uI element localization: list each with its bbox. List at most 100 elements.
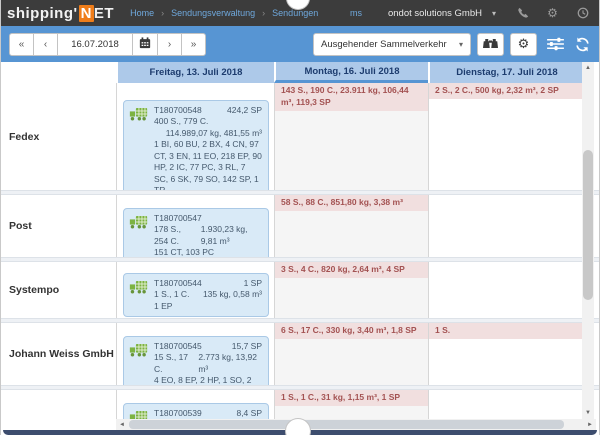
calendar-header-row: Freitag, 13. Juli 2018 Montag, 16. Juli … <box>1 62 599 83</box>
truck-icon <box>129 280 148 297</box>
shipment-sp: 424,2 SP <box>227 105 262 116</box>
date-pager: « ‹ › » <box>9 33 206 56</box>
shipment-packages: 1 BI, 60 BU, 2 BX, 4 CN, 97 CT, 3 EN, 11… <box>154 139 262 190</box>
carrier-name: Systempo <box>9 284 59 296</box>
logo-text: shipping <box>7 5 74 22</box>
next-day-button[interactable]: › <box>157 33 182 56</box>
truck-icon <box>129 107 148 124</box>
horizontal-scroll-thumb[interactable] <box>129 420 564 429</box>
calendar-body: Fedex T180700548 424,2 SP 400 S., 779 C.… <box>1 83 599 419</box>
previous-day-button[interactable]: ‹ <box>33 33 58 56</box>
table-row: Fedex T180700548 424,2 SP 400 S., 779 C.… <box>1 83 599 190</box>
vertical-scroll-thumb[interactable] <box>583 150 593 300</box>
company-name: ondot solutions GmbH <box>388 8 482 19</box>
monday-cell[interactable]: 143 S., 190 C., 23.911 kg, 106,44 m³, 11… <box>274 83 428 190</box>
chevron-down-icon: ▾ <box>459 40 463 49</box>
truck-icon <box>129 215 148 232</box>
shipment-id: T180700539 <box>154 408 202 419</box>
traffic-type-select[interactable]: Ausgehender Sammelverkehr ▾ <box>313 33 471 56</box>
shipment-measures: 114.989,07 kg, 481,55 m³ <box>154 128 262 139</box>
friday-cell[interactable]: T180700544 1 SP 1 S., 1 C. 135 kg, 0,58 … <box>116 262 274 318</box>
shipment-card[interactable]: T180700547 178 S., 254 C. 1.930,23 kg, 9… <box>123 208 269 257</box>
shipment-counts: 178 S., 254 C. <box>154 224 197 247</box>
shipment-packages: 1 EP <box>154 301 262 312</box>
scroll-right-icon[interactable]: ► <box>584 422 596 428</box>
scroll-left-icon[interactable]: ◄ <box>116 422 128 428</box>
shipment-id: T180700544 <box>154 278 202 289</box>
carrier-name: Post <box>9 220 32 232</box>
scroll-down-icon[interactable]: ▼ <box>582 407 594 419</box>
shipment-sp: 1 SP <box>244 278 262 289</box>
phone-icon[interactable] <box>516 7 529 20</box>
carrier-name: Johann Weiss GmbH <box>9 348 114 360</box>
column-header-friday[interactable]: Freitag, 13. Juli 2018 <box>116 62 274 83</box>
day-summary: 1 S. <box>429 323 583 339</box>
friday-cell[interactable]: T180700547 178 S., 254 C. 1.930,23 kg, 9… <box>116 195 274 257</box>
monday-cell[interactable]: 3 S., 4 C., 820 kg, 2,64 m³, 4 SP <box>274 262 428 318</box>
calendar-icon <box>139 37 151 52</box>
horizontal-scrollbar[interactable]: ◄ ► <box>116 419 596 430</box>
breadcrumb-separator-icon: › <box>262 8 265 18</box>
day-summary: 1 S., 1 C., 31 kg, 1,15 m³, 1 SP <box>275 390 428 406</box>
company-dropdown[interactable]: ondot solutions GmbH ▾ <box>388 8 496 19</box>
breadcrumb-sendungsverwaltung[interactable]: Sendungsverwaltung <box>171 8 255 18</box>
table-row: Post T180700547 178 S., 254 C. 1.930,23 … <box>1 195 599 257</box>
filter-sliders-icon[interactable] <box>546 35 564 53</box>
monday-cell[interactable]: 1 S., 1 C., 31 kg, 1,15 m³, 1 SP <box>274 390 428 419</box>
shipment-counts: 1 S., 1 C. <box>154 289 189 300</box>
corner-header-cell <box>1 62 116 83</box>
last-page-button[interactable]: » <box>181 33 206 56</box>
user-badge[interactable]: ms <box>350 8 362 18</box>
navbar-icons: ⚙ <box>516 7 591 20</box>
friday-cell[interactable]: T180700539 8,4 SP 5 S., 8 C. 1.745 kg, 1… <box>116 390 274 419</box>
app-logo: shipping'net <box>7 5 114 22</box>
tuesday-cell[interactable] <box>428 390 584 419</box>
shipment-id: T180700547 <box>154 213 202 224</box>
shipment-card[interactable]: T180700544 1 SP 1 S., 1 C. 135 kg, 0,58 … <box>123 273 269 317</box>
search-button[interactable] <box>477 33 504 56</box>
settings-button[interactable]: ⚙ <box>510 33 537 56</box>
shipment-card[interactable]: T180700539 8,4 SP 5 S., 8 C. 1.745 kg, 1… <box>123 403 269 419</box>
truck-icon <box>129 410 148 419</box>
tuesday-cell[interactable] <box>428 262 584 318</box>
vertical-scrollbar[interactable]: ▲ ▼ <box>582 62 594 419</box>
friday-cell[interactable]: T180700545 15,7 SP 15 S., 17 C. 2.773 kg… <box>116 323 274 385</box>
day-summary: 58 S., 88 C., 851,80 kg, 3,38 m³ <box>275 195 428 211</box>
refresh-icon[interactable] <box>573 35 591 53</box>
day-summary: 6 S., 17 C., 330 kg, 3,40 m³, 1,8 SP <box>275 323 428 339</box>
shipment-sp: 8,4 SP <box>236 408 262 419</box>
day-summary: 143 S., 190 C., 23.911 kg, 106,44 m³, 11… <box>275 83 428 111</box>
tuesday-cell[interactable]: 1 S. <box>428 323 584 385</box>
toolbar-right: Ausgehender Sammelverkehr ▾ ⚙ <box>313 33 591 56</box>
tuesday-cell[interactable]: 2 S., 2 C., 500 kg, 2,32 m³, 2 SP <box>428 83 584 190</box>
shipment-measures: 135 kg, 0,58 m³ <box>203 289 262 300</box>
shipment-counts: 15 S., 17 C. <box>154 352 194 375</box>
carrier-name-cell: Fedex <box>1 83 116 190</box>
column-header-monday-selected[interactable]: Montag, 16. Juli 2018 <box>274 62 428 83</box>
breadcrumb-home[interactable]: Home <box>130 8 154 18</box>
breadcrumb: Home › Sendungsverwaltung › Sendungen <box>130 8 318 18</box>
date-input[interactable] <box>57 33 133 56</box>
shipment-card[interactable]: T180700545 15,7 SP 15 S., 17 C. 2.773 kg… <box>123 336 269 385</box>
monday-cell[interactable]: 6 S., 17 C., 330 kg, 3,40 m³, 1,8 SP <box>274 323 428 385</box>
binoculars-icon <box>483 37 498 52</box>
scroll-up-icon[interactable]: ▲ <box>582 62 594 74</box>
day-summary: 2 S., 2 C., 500 kg, 2,32 m³, 2 SP <box>429 83 583 99</box>
breadcrumb-separator-icon: › <box>161 8 164 18</box>
shipment-packages: 151 CT, 103 PC <box>154 247 262 257</box>
column-header-tuesday[interactable]: Dienstag, 17. Juli 2018 <box>428 62 584 83</box>
carrier-name-cell: Systempo <box>1 262 116 318</box>
monday-cell[interactable]: 58 S., 88 C., 851,80 kg, 3,38 m³ <box>274 195 428 257</box>
day-summary: 3 S., 4 C., 820 kg, 2,64 m³, 4 SP <box>275 262 428 278</box>
shipment-card[interactable]: T180700548 424,2 SP 400 S., 779 C. 114.9… <box>123 100 269 190</box>
friday-cell[interactable]: T180700548 424,2 SP 400 S., 779 C. 114.9… <box>116 83 274 190</box>
shipment-sp: 15,7 SP <box>232 341 262 352</box>
calendar-button[interactable] <box>132 33 158 56</box>
gear-icon[interactable]: ⚙ <box>546 7 559 20</box>
clock-icon[interactable] <box>576 7 589 20</box>
first-page-button[interactable]: « <box>9 33 34 56</box>
chevron-down-icon: ▾ <box>492 9 496 18</box>
tuesday-cell[interactable] <box>428 195 584 257</box>
table-row: Johann Weiss GmbH T180700545 15,7 SP 15 … <box>1 323 599 385</box>
shipment-packages: 4 EO, 8 EP, 2 HP, 1 SO, 2 SP <box>154 375 262 385</box>
